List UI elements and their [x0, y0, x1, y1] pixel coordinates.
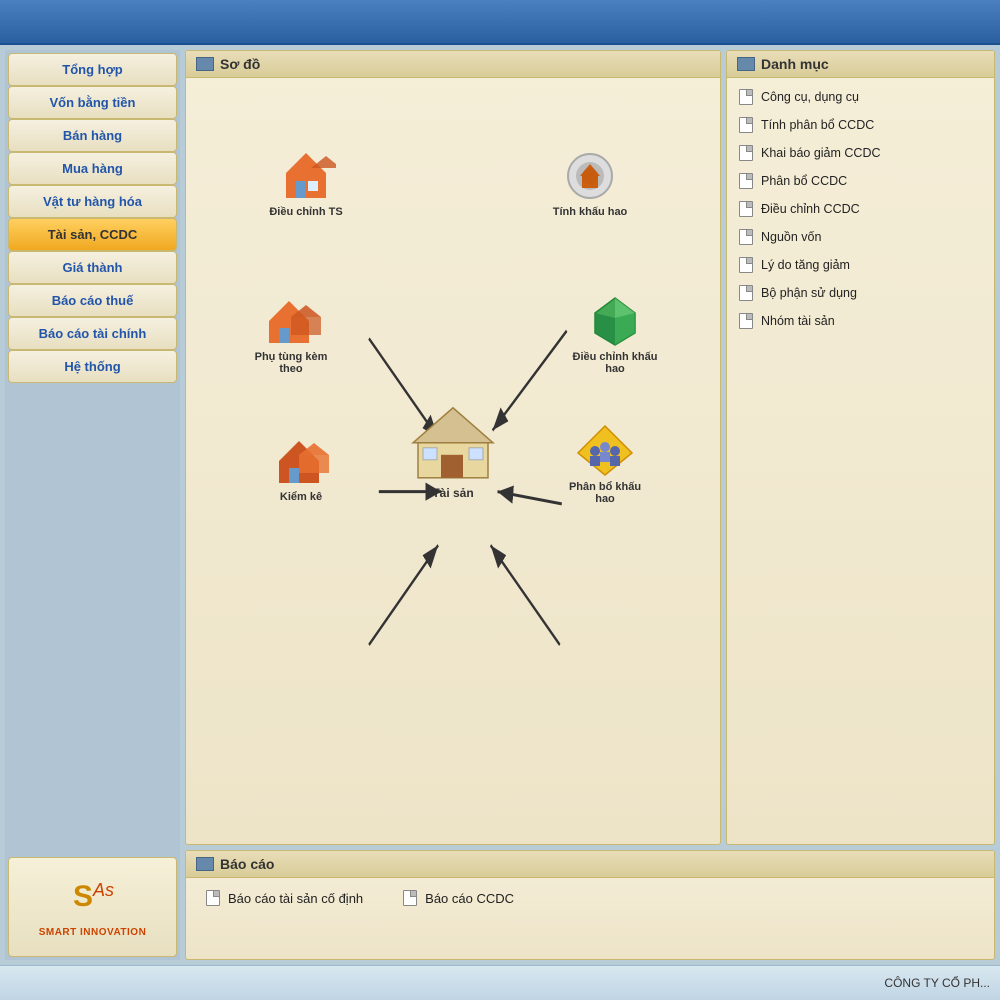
company-name: CÔNG TY CỔ PH... — [884, 976, 990, 990]
bao-cao-item-bao-cao-tai-san-co-dinh[interactable]: Báo cáo tài sản cố định — [206, 890, 363, 906]
doc-icon — [739, 117, 753, 133]
doc-icon — [739, 285, 753, 301]
danh-muc-title: Danh mục — [761, 56, 829, 72]
diag-kiem-ke[interactable]: Kiểm kê — [251, 433, 351, 503]
danh-muc-item-nhom-tai-san[interactable]: Nhóm tài sản — [727, 307, 994, 335]
doc-icon — [739, 257, 753, 273]
bao-cao-items: Báo cáo tài sản cố định Báo cáo CCDC — [186, 878, 994, 918]
bao-cao-item-label: Báo cáo tài sản cố định — [228, 891, 363, 906]
logo-icon: S As — [68, 876, 118, 923]
danh-muc-header: Danh mục — [727, 51, 994, 78]
bottom-bar: CÔNG TY CỔ PH... — [0, 965, 1000, 1000]
danh-muc-item-label: Lý do tăng giảm — [761, 258, 850, 272]
so-do-header-icon — [196, 57, 214, 71]
sidebar-item-bao-cao-thue[interactable]: Báo cáo thuế — [8, 284, 177, 317]
danh-muc-item-label: Tính phân bổ CCDC — [761, 118, 874, 132]
sidebar-item-mua-hang[interactable]: Mua hàng — [8, 152, 177, 185]
doc-icon — [739, 89, 753, 105]
doc-icon — [739, 313, 753, 329]
so-do-panel: Sơ đồ — [185, 50, 721, 845]
diag-dieu-chinh-khau-hao[interactable]: Điều chỉnh khấuhao — [565, 293, 665, 375]
danh-muc-panel: Danh mục Công cụ, dụng cụ Tính phân bổ CC… — [726, 50, 995, 845]
so-do-title: Sơ đồ — [220, 56, 260, 72]
diag-center[interactable]: Tài sản — [408, 403, 498, 500]
content-top: Sơ đồ — [185, 50, 995, 845]
doc-icon — [739, 229, 753, 245]
bao-cao-item-label: Báo cáo CCDC — [425, 891, 514, 906]
sidebar-item-gia-thanh[interactable]: Giá thành — [8, 251, 177, 284]
danh-muc-item-dieu-chinh-ccdc[interactable]: Điều chỉnh CCDC — [727, 195, 994, 223]
bao-cao-header-icon — [196, 857, 214, 871]
so-do-header: Sơ đồ — [186, 51, 720, 78]
danh-muc-item-khai-bao-giam-ccdc[interactable]: Khai báo giảm CCDC — [727, 139, 994, 167]
bao-cao-title: Báo cáo — [220, 856, 274, 872]
sidebar: Tổng hợpVốn bằng tiềnBán hàngMua hàngVật… — [5, 50, 180, 960]
sidebar-item-bao-cao-tai-chinh[interactable]: Báo cáo tài chính — [8, 317, 177, 350]
doc-icon — [206, 890, 220, 906]
sidebar-item-tong-hop[interactable]: Tổng hợp — [8, 53, 177, 86]
svg-text:S: S — [73, 880, 93, 913]
top-bar — [0, 0, 1000, 45]
danh-muc-item-label: Điều chỉnh CCDC — [761, 202, 860, 216]
sidebar-item-tai-san-ccdc[interactable]: Tài sản, CCDC — [8, 218, 177, 251]
danh-muc-list: Công cụ, dụng cụ Tính phân bổ CCDC Khai bá… — [727, 78, 994, 340]
diag-tinh-khau-hao[interactable]: Tính khấu hao — [540, 148, 640, 218]
bao-cao-panel: Báo cáo Báo cáo tài sản cố định Báo cáo C… — [185, 850, 995, 960]
doc-icon — [403, 890, 417, 906]
danh-muc-item-nguon-von[interactable]: Nguồn vốn — [727, 223, 994, 251]
danh-muc-item-cong-cu-dung-cu[interactable]: Công cụ, dụng cụ — [727, 83, 994, 111]
logo-text: SMART INNOVATION — [39, 927, 147, 938]
bao-cao-item-bao-cao-ccdc[interactable]: Báo cáo CCDC — [403, 890, 514, 906]
main-layout: Tổng hợpVốn bằng tiềnBán hàngMua hàngVật… — [0, 45, 1000, 965]
sidebar-item-ban-hang[interactable]: Bán hàng — [8, 119, 177, 152]
sidebar-item-he-thong[interactable]: Hệ thống — [8, 350, 177, 383]
danh-muc-item-label: Công cụ, dụng cụ — [761, 90, 859, 104]
diagram-area: Điều chỉnh TS — [186, 78, 720, 844]
danh-muc-item-phan-bo-ccdc[interactable]: Phân bổ CCDC — [727, 167, 994, 195]
doc-icon — [739, 173, 753, 189]
sidebar-item-von-bang-tien[interactable]: Vốn bằng tiền — [8, 86, 177, 119]
diag-phan-bo-khau-hao[interactable]: Phân bổ khấuhao — [555, 423, 655, 505]
danh-muc-item-label: Phân bổ CCDC — [761, 174, 847, 188]
sidebar-item-vat-tu-hang-hoa[interactable]: Vật tư hàng hóa — [8, 185, 177, 218]
sidebar-logo: S As SMART INNOVATION — [8, 857, 177, 957]
doc-icon — [739, 201, 753, 217]
danh-muc-item-tinh-phan-bo-ccdc[interactable]: Tính phân bổ CCDC — [727, 111, 994, 139]
svg-text:As: As — [92, 880, 114, 900]
danh-muc-item-label: Khai báo giảm CCDC — [761, 146, 881, 160]
danh-muc-header-icon — [737, 57, 755, 71]
danh-muc-item-label: Bộ phận sử dụng — [761, 286, 857, 300]
diag-phu-tung[interactable]: Phụ tùng kèmtheo — [241, 293, 341, 375]
content-area: Sơ đồ — [185, 50, 995, 960]
danh-muc-item-label: Nguồn vốn — [761, 230, 821, 244]
doc-icon — [739, 145, 753, 161]
danh-muc-item-label: Nhóm tài sản — [761, 314, 835, 328]
bao-cao-header: Báo cáo — [186, 851, 994, 878]
danh-muc-item-ly-do-tang-giam[interactable]: Lý do tăng giảm — [727, 251, 994, 279]
danh-muc-item-bo-phan-su-dung[interactable]: Bộ phận sử dụng — [727, 279, 994, 307]
diag-dieu-chinh-ts[interactable]: Điều chỉnh TS — [256, 148, 356, 218]
